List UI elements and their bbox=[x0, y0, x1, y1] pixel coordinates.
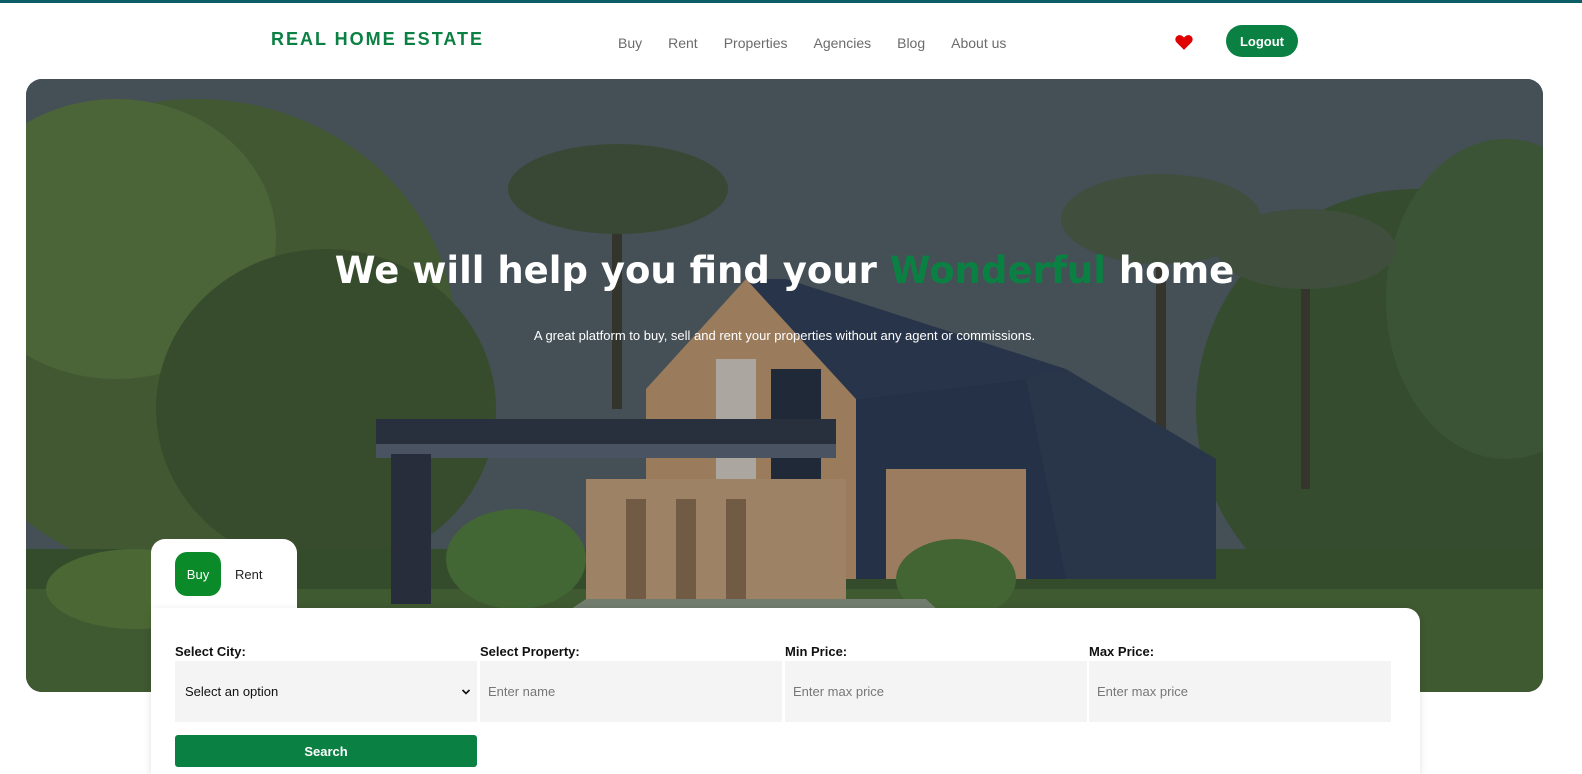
nav-item-buy[interactable]: Buy bbox=[618, 35, 642, 51]
property-label: Select Property: bbox=[480, 644, 580, 659]
main-nav: Buy Rent Properties Agencies Blog About … bbox=[618, 35, 1006, 51]
hero-title-accent: Wonderful bbox=[889, 249, 1106, 292]
max-price-field-group: Max Price: Enter max price bbox=[1089, 644, 1394, 722]
tab-rent[interactable]: Rent bbox=[235, 552, 262, 596]
search-tabs: Buy Rent bbox=[151, 539, 297, 614]
nav-item-rent[interactable]: Rent bbox=[668, 35, 698, 51]
city-select-value: Select an option bbox=[185, 684, 279, 699]
city-field-group: Select City: Select an option bbox=[175, 644, 480, 722]
search-button[interactable]: Search bbox=[175, 735, 477, 767]
logout-button[interactable]: Logout bbox=[1226, 25, 1298, 57]
chevron-down-icon bbox=[461, 689, 471, 695]
tab-buy[interactable]: Buy bbox=[175, 552, 221, 596]
heart-icon[interactable] bbox=[1174, 32, 1194, 52]
property-input[interactable]: Enter name bbox=[480, 661, 782, 722]
nav-item-blog[interactable]: Blog bbox=[897, 35, 925, 51]
property-input-placeholder: Enter name bbox=[488, 684, 556, 699]
search-panel: Select City: Select an option Select Pro… bbox=[151, 608, 1420, 774]
city-label: Select City: bbox=[175, 644, 246, 659]
max-price-label: Max Price: bbox=[1089, 644, 1155, 659]
property-field-group: Select Property: Enter name bbox=[480, 644, 785, 722]
min-price-input-placeholder: Enter max price bbox=[793, 684, 885, 699]
city-select[interactable]: Select an option bbox=[175, 661, 477, 722]
min-price-label: Min Price: bbox=[785, 644, 848, 659]
min-price-input[interactable]: Enter max price bbox=[785, 661, 1087, 722]
hero-title-before: We will help you find your bbox=[334, 249, 890, 292]
max-price-input[interactable]: Enter max price bbox=[1089, 661, 1391, 722]
min-price-field-group: Min Price: Enter max price bbox=[785, 644, 1090, 722]
brand-logo[interactable]: REAL HOME ESTATE bbox=[271, 29, 484, 50]
max-price-input-placeholder: Enter max price bbox=[1097, 684, 1189, 699]
nav-item-properties[interactable]: Properties bbox=[724, 35, 788, 51]
hero-subtitle: A great platform to buy, sell and rent y… bbox=[533, 328, 1036, 343]
nav-item-about-us[interactable]: About us bbox=[951, 35, 1006, 51]
hero-title-after: home bbox=[1105, 249, 1235, 292]
hero-title: We will help you find your Wonderful hom… bbox=[26, 249, 1543, 292]
navbar: REAL HOME ESTATE Buy Rent Properties Age… bbox=[0, 3, 1582, 79]
nav-item-agencies[interactable]: Agencies bbox=[814, 35, 872, 51]
